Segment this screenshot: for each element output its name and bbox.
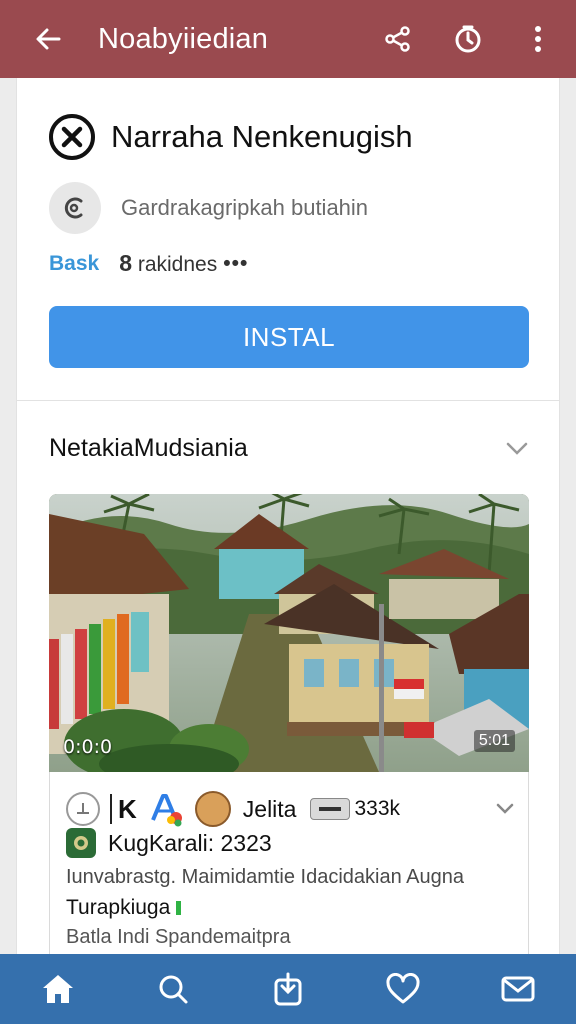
video-time-left: 0:0:0: [63, 736, 113, 758]
village-scene-image: [49, 494, 529, 772]
video-thumbnail[interactable]: 0:0:0 5:01: [49, 494, 529, 772]
top-app-bar: Noabyiiedian: [0, 0, 576, 78]
separator-bar: [110, 794, 112, 824]
channel-icon[interactable]: [66, 828, 96, 858]
mail-icon[interactable]: [490, 961, 546, 1017]
meta-row: Bask 8 rakidnes •••: [49, 250, 248, 277]
post-username[interactable]: Jelita: [243, 796, 297, 823]
app-detail-card: Narraha Nenkenugish Gardrakagripkah buti…: [16, 78, 560, 958]
review-count-number: 8: [119, 250, 132, 276]
search-icon[interactable]: [145, 961, 201, 1017]
heart-icon[interactable]: [375, 961, 431, 1017]
install-button[interactable]: INSTAL: [49, 306, 529, 368]
post-title-row: KugKarali: 2323: [66, 828, 272, 858]
post-subtitle: Turapkiuga: [66, 896, 182, 920]
home-icon[interactable]: [30, 961, 86, 1017]
section-title: NetakiaMudsiania: [49, 434, 248, 462]
audio-icon[interactable]: [66, 792, 100, 826]
view-count: 333k: [354, 797, 401, 820]
developer-row[interactable]: Gardrakagripkah butiahin: [49, 182, 368, 234]
bottom-navigation: [0, 954, 576, 1024]
section-header[interactable]: NetakiaMudsiania: [49, 434, 529, 463]
app-bar-title: Noabyiiedian: [98, 22, 269, 55]
upload-icon[interactable]: [260, 961, 316, 1017]
views-icon: [310, 798, 351, 820]
share-icon[interactable]: [378, 19, 418, 59]
post-title: KugKarali: 2323: [108, 829, 272, 856]
status-indicator: [176, 901, 182, 915]
review-count: 8 rakidnes: [119, 250, 217, 277]
chevron-down-icon[interactable]: [494, 798, 516, 820]
user-avatar[interactable]: [194, 791, 231, 827]
post-footer: Batla Indi Spandemaitpra: [66, 926, 291, 948]
translate-icon[interactable]: [147, 790, 185, 828]
developer-avatar-icon: [49, 182, 101, 234]
back-arrow-icon[interactable]: [28, 19, 68, 59]
meta-more-icon[interactable]: •••: [223, 252, 248, 276]
history-icon[interactable]: [448, 19, 488, 59]
post-meta-row: K Jelita 333k: [66, 790, 516, 828]
video-duration-badge: 5:01: [473, 730, 515, 752]
k-label: K: [118, 793, 137, 824]
app-name: Narraha Nenkenugish: [111, 119, 413, 154]
divider: [17, 400, 559, 401]
app-logo-icon: [49, 114, 95, 160]
post-subtitle-text: Turapkiuga: [66, 896, 171, 919]
post-details: K Jelita 333k KugKarali: 2323 Iunvabrast…: [49, 772, 529, 958]
app-header: Narraha Nenkenugish: [49, 114, 413, 160]
chevron-down-icon[interactable]: [505, 437, 529, 461]
developer-name: Gardrakagripkah butiahin: [121, 195, 369, 220]
category-badge[interactable]: Bask: [49, 252, 99, 276]
more-vert-icon[interactable]: [518, 19, 558, 59]
review-count-label: rakidnes: [137, 253, 218, 276]
post-description: Iunvabrastg. Maimidamtie Idacidakian Aug…: [66, 866, 465, 888]
